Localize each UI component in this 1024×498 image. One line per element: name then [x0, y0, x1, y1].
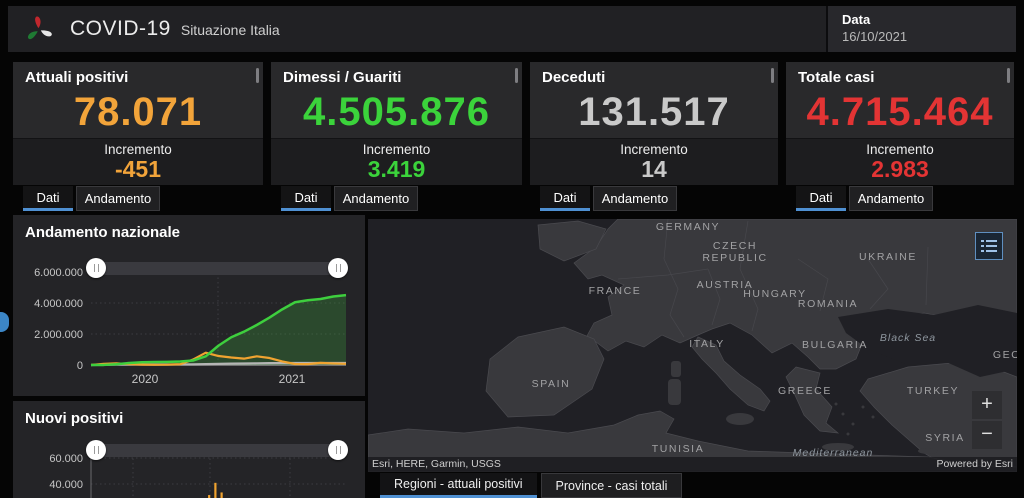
map-attribution: Esri, HERE, Garmin, USGS Powered by Esri — [368, 457, 1017, 472]
app-header: COVID-19 Situazione Italia Data 16/10/20… — [8, 6, 1016, 52]
x-tick-label: 2020 — [132, 372, 159, 386]
card-value: 4.505.876 — [303, 89, 490, 134]
card-value: 131.517 — [578, 89, 730, 134]
y-tick-label: 0 — [77, 360, 83, 372]
card-scrollbar[interactable] — [256, 68, 259, 83]
y-tick-label: 60.000 — [49, 453, 83, 465]
increment-label: Incremento — [866, 142, 934, 157]
stat-card-attuali-positivi: Attuali positivi 78.071 Incremento -451 — [13, 62, 263, 185]
card-increment: Incremento -451 — [13, 138, 263, 185]
tabs-dimessi-guariti: Dati Andamento — [281, 186, 418, 211]
tab-dati[interactable]: Dati — [796, 186, 846, 211]
tabs-attuali-positivi: Dati Andamento — [23, 186, 160, 211]
card-value: 78.071 — [73, 89, 203, 134]
increment-label: Incremento — [362, 142, 431, 157]
time-slider-handle-right[interactable] — [328, 440, 348, 460]
tab-andamento[interactable]: Andamento — [849, 186, 933, 211]
europe-map-canvas[interactable] — [368, 219, 1017, 472]
map-tab-bar: Regioni - attuali positivi Province - ca… — [368, 473, 1017, 498]
panel-nuovi-positivi: 60.000 40.000 Nuovi positivi — [13, 401, 365, 498]
panel-title: Andamento nazionale — [25, 224, 181, 241]
y-tick-label: 4.000.000 — [34, 298, 83, 310]
tabs-totale-casi: Dati Andamento — [796, 186, 933, 211]
card-increment: Incremento 2.983 — [786, 138, 1014, 185]
tab-regioni-attuali-positivi[interactable]: Regioni - attuali positivi — [380, 473, 537, 498]
card-title: Dimessi / Guariti — [283, 69, 402, 86]
time-slider-handle-left[interactable] — [86, 258, 106, 278]
tab-andamento[interactable]: Andamento — [76, 186, 160, 211]
tab-dati[interactable]: Dati — [23, 186, 73, 211]
time-slider-handle-right[interactable] — [328, 258, 348, 278]
increment-value: 14 — [641, 156, 667, 182]
increment-value: 3.419 — [367, 156, 426, 182]
stat-card-dimessi-guariti: Dimessi / Guariti 4.505.876 Incremento 3… — [271, 62, 522, 185]
page-subtitle: Situazione Italia — [180, 22, 280, 38]
date-panel: Data 16/10/2021 — [826, 6, 1016, 52]
panel-andamento-nazionale: 6.000.000 4.000.000 2.000.000 0 2020 2021 And… — [13, 215, 365, 396]
y-tick-label: 40.000 — [49, 479, 83, 491]
y-tick-label: 2.000.000 — [34, 329, 83, 341]
andamento-nazionale-chart: 6.000.000 4.000.000 2.000.000 0 2020 2021 — [34, 264, 347, 386]
sidebar-expander-arrow[interactable] — [0, 312, 9, 332]
tab-andamento[interactable]: Andamento — [593, 186, 677, 211]
date-label: Data — [842, 12, 871, 27]
page-title: COVID-19 — [70, 17, 171, 40]
powered-by-esri: Powered by Esri — [936, 458, 1013, 470]
card-title: Totale casi — [798, 69, 875, 86]
card-increment: Incremento 14 — [530, 138, 778, 185]
card-scrollbar[interactable] — [771, 68, 774, 83]
card-title: Deceduti — [542, 69, 606, 86]
increment-label: Incremento — [104, 142, 172, 157]
protezione-civile-logo — [27, 16, 52, 40]
covid-dashboard: COVID-19 Situazione Italia Data 16/10/20… — [0, 0, 1024, 498]
tab-andamento[interactable]: Andamento — [334, 186, 418, 211]
tab-province-casi-totali[interactable]: Province - casi totali — [540, 473, 683, 498]
panel-title: Nuovi positivi — [25, 410, 124, 427]
increment-value: 2.983 — [871, 156, 929, 182]
card-value: 4.715.464 — [806, 89, 994, 134]
bar — [220, 492, 223, 498]
tabs-deceduti: Dati Andamento — [540, 186, 677, 211]
tab-dati[interactable]: Dati — [540, 186, 590, 211]
card-scrollbar[interactable] — [515, 68, 518, 83]
date-value: 16/10/2021 — [842, 29, 908, 44]
attribution-text: Esri, HERE, Garmin, USGS — [372, 458, 501, 470]
increment-value: -451 — [114, 156, 162, 182]
tab-dati[interactable]: Dati — [281, 186, 331, 211]
legend-list-icon — [981, 240, 997, 252]
card-title: Attuali positivi — [25, 69, 129, 86]
europe-map[interactable]: GERMANY CZECH REPUBLIC UKRAINE AUSTRIA HUNGA… — [368, 219, 1017, 472]
map-zoom-in-button[interactable]: + — [972, 391, 1002, 419]
time-slider-track[interactable] — [88, 262, 346, 275]
card-scrollbar[interactable] — [1007, 68, 1010, 83]
map-zoom-out-button[interactable]: − — [972, 421, 1002, 449]
stat-card-deceduti: Deceduti 131.517 Incremento 14 — [530, 62, 778, 185]
stat-card-totale-casi: Totale casi 4.715.464 Incremento 2.983 — [786, 62, 1014, 185]
card-increment: Incremento 3.419 — [271, 138, 522, 185]
legend-button[interactable] — [975, 232, 1003, 260]
time-slider-track[interactable] — [88, 444, 346, 457]
bar — [214, 482, 217, 498]
y-tick-label: 6.000.000 — [34, 267, 83, 279]
time-slider-handle-left[interactable] — [86, 440, 106, 460]
x-tick-label: 2021 — [279, 372, 306, 386]
increment-label: Incremento — [620, 142, 688, 157]
